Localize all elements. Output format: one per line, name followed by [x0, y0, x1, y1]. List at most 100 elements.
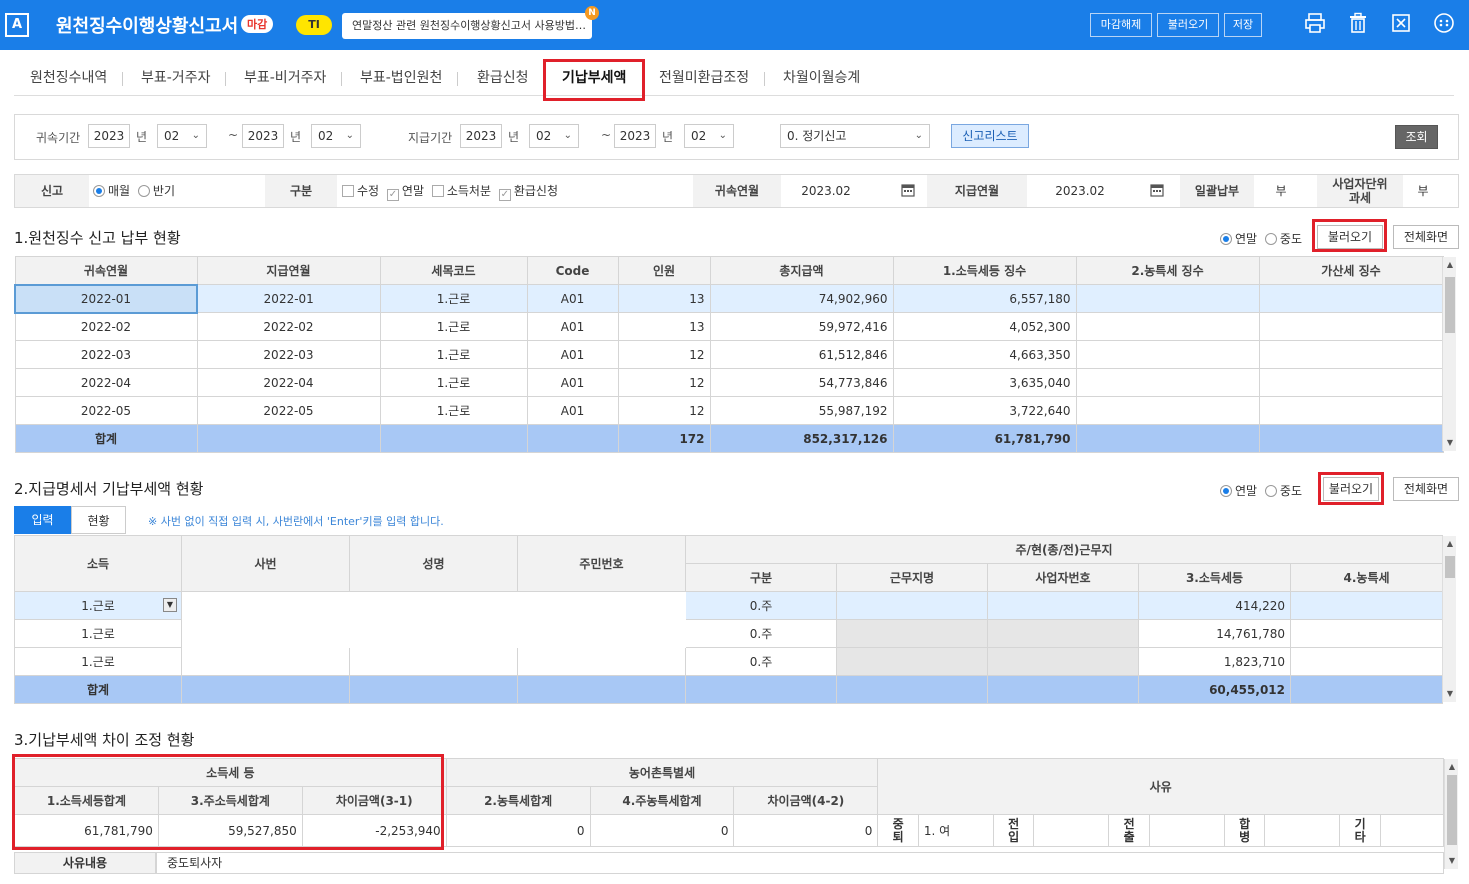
cell[interactable]: 2022-02	[14, 312, 198, 341]
cell[interactable]: 13	[617, 312, 711, 341]
cell[interactable]: A01	[526, 368, 619, 397]
radio-half[interactable]	[137, 185, 150, 197]
ti-badge[interactable]: TI	[296, 15, 332, 35]
col-header[interactable]: 사번	[181, 535, 350, 592]
cell[interactable]: 0	[589, 814, 735, 847]
cell[interactable]: 1.근로	[14, 647, 182, 676]
cell[interactable]	[1075, 368, 1260, 397]
tab-prev-refund-adjust[interactable]: 전월미환급조정	[659, 60, 766, 96]
cell[interactable]: A01	[526, 396, 619, 425]
save-button[interactable]: 저장	[1224, 13, 1262, 37]
bulk-pay-value[interactable]: 부	[1261, 175, 1301, 207]
sec1-fullscreen-button[interactable]: 전체화면	[1393, 225, 1459, 249]
cell[interactable]: 0.주	[685, 591, 837, 620]
col-header[interactable]: 세목코드	[379, 256, 528, 285]
attr-year-from-input[interactable]: 2023	[88, 124, 130, 148]
radio-yearend[interactable]	[1220, 485, 1232, 497]
more-icon[interactable]	[1431, 12, 1457, 38]
cell[interactable]: 3,635,040	[892, 368, 1077, 397]
scroll-thumb[interactable]	[1445, 556, 1455, 578]
cell[interactable]	[517, 619, 686, 648]
col-header[interactable]: 4.주농특세합계	[589, 786, 735, 815]
attr-year-to-input[interactable]: 2023	[242, 124, 284, 148]
cell[interactable]: 54,773,846	[709, 368, 894, 397]
cell[interactable]	[1258, 284, 1444, 313]
cell[interactable]	[181, 619, 350, 648]
cell[interactable]: 2022-01	[14, 283, 198, 314]
scroll-up-icon[interactable]: ▲	[1443, 538, 1457, 550]
tab-refund-request[interactable]: 환급신청	[477, 60, 544, 96]
checkbox-amend[interactable]	[342, 185, 354, 197]
col-header[interactable]: 소득	[14, 535, 182, 592]
radio-monthly[interactable]	[93, 185, 105, 197]
cell[interactable]: 414,220	[1138, 591, 1291, 620]
cell[interactable]: 14,761,780	[1138, 619, 1291, 648]
cell[interactable]	[1075, 396, 1260, 425]
cell[interactable]: 3,722,640	[892, 396, 1077, 425]
tab-appendix-nonresident[interactable]: 부표-비거주자	[244, 60, 343, 96]
cell[interactable]	[1075, 312, 1260, 341]
cell[interactable]: 4,663,350	[892, 340, 1077, 369]
table-row[interactable]: 2022-01 2022-01 1.근로 A01 13 74,902,960 6…	[14, 283, 1444, 314]
scroll-down-icon[interactable]: ▼	[1443, 437, 1457, 449]
col-header[interactable]: 구분	[685, 563, 837, 592]
cell[interactable]	[987, 647, 1139, 676]
calendar-icon[interactable]	[1144, 175, 1170, 207]
cell[interactable]	[181, 647, 350, 676]
reason-midterm-value[interactable]: 1. 여	[917, 814, 994, 847]
cell[interactable]: 1.근로	[14, 619, 182, 648]
cell[interactable]: 2022-02	[196, 312, 381, 341]
trash-icon[interactable]	[1345, 12, 1371, 38]
reason-content-input[interactable]: 중도퇴사자	[156, 852, 1444, 874]
cell[interactable]: 2022-03	[196, 340, 381, 369]
report-list-button[interactable]: 신고리스트	[951, 124, 1029, 148]
tab-appendix-corporate[interactable]: 부표-법인원천	[360, 60, 459, 96]
cell[interactable]: A01	[526, 312, 619, 341]
attr-ym-value[interactable]: 2023.02	[781, 175, 871, 207]
sec2-fullscreen-button[interactable]: 전체화면	[1393, 477, 1459, 501]
unit-tax-value[interactable]: 부	[1407, 175, 1439, 207]
cell[interactable]	[836, 591, 988, 620]
cell[interactable]: 59,972,416	[709, 312, 894, 341]
report-type-select[interactable]: 0. 정기신고 ⌄	[780, 124, 930, 148]
cell-income[interactable]: 1.근로 ▼	[14, 591, 182, 620]
cell[interactable]: 1.근로	[379, 368, 528, 397]
cell[interactable]	[517, 591, 686, 620]
table-row[interactable]: 2022-02 2022-02 1.근로 A01 13 59,972,416 4…	[14, 312, 1444, 341]
print-icon[interactable]	[1302, 12, 1328, 38]
cell[interactable]	[517, 647, 686, 676]
cell[interactable]: 1.근로	[379, 340, 528, 369]
header-load-button[interactable]: 불러오기	[1157, 13, 1219, 37]
table-row[interactable]: 2022-03 2022-03 1.근로 A01 12 61,512,846 4…	[14, 340, 1444, 369]
cell[interactable]: 1.근로	[379, 396, 528, 425]
col-header[interactable]: 지급연월	[196, 256, 381, 285]
pay-month-to-select[interactable]: 02 ⌄	[684, 124, 734, 148]
dropdown-icon[interactable]: ▼	[163, 598, 177, 612]
col-header[interactable]: 1.소득세등 징수	[892, 256, 1077, 285]
cell[interactable]: 61,512,846	[709, 340, 894, 369]
cell[interactable]	[181, 591, 350, 620]
scroll-down-icon[interactable]: ▼	[1443, 688, 1457, 700]
col-header[interactable]: 총지급액	[709, 256, 894, 285]
unclose-button[interactable]: 마감해제	[1090, 13, 1152, 37]
pay-month-from-select[interactable]: 02 ⌄	[529, 124, 579, 148]
attr-month-from-select[interactable]: 02 ⌄	[157, 124, 207, 148]
table-row[interactable]: 2022-04 2022-04 1.근로 A01 12 54,773,846 3…	[14, 368, 1444, 397]
col-header[interactable]: 주민번호	[517, 535, 686, 592]
calendar-icon[interactable]	[895, 175, 921, 207]
checkbox-refund[interactable]: ✓	[498, 189, 511, 201]
cell[interactable]: 13	[617, 284, 711, 313]
cell[interactable]: 0	[733, 814, 879, 847]
cell[interactable]: A01	[526, 284, 619, 313]
col-header[interactable]: 귀속연월	[14, 256, 198, 285]
sec1-scrollbar[interactable]: ▲ ▼	[1442, 257, 1456, 451]
cell[interactable]: 12	[617, 340, 711, 369]
sec3-scrollbar[interactable]: ▲ ▼	[1444, 759, 1458, 869]
reason-transfer-out-value[interactable]	[1148, 814, 1225, 847]
tab-appendix-resident[interactable]: 부표-거주자	[141, 60, 228, 96]
cell[interactable]	[836, 647, 988, 676]
tab-withholding-detail[interactable]: 원천징수내역	[30, 60, 124, 96]
radio-midterm[interactable]	[1264, 233, 1277, 245]
subtab-status[interactable]: 현황	[71, 506, 126, 534]
table-row[interactable]: 2022-05 2022-05 1.근로 A01 12 55,987,192 3…	[14, 396, 1444, 425]
